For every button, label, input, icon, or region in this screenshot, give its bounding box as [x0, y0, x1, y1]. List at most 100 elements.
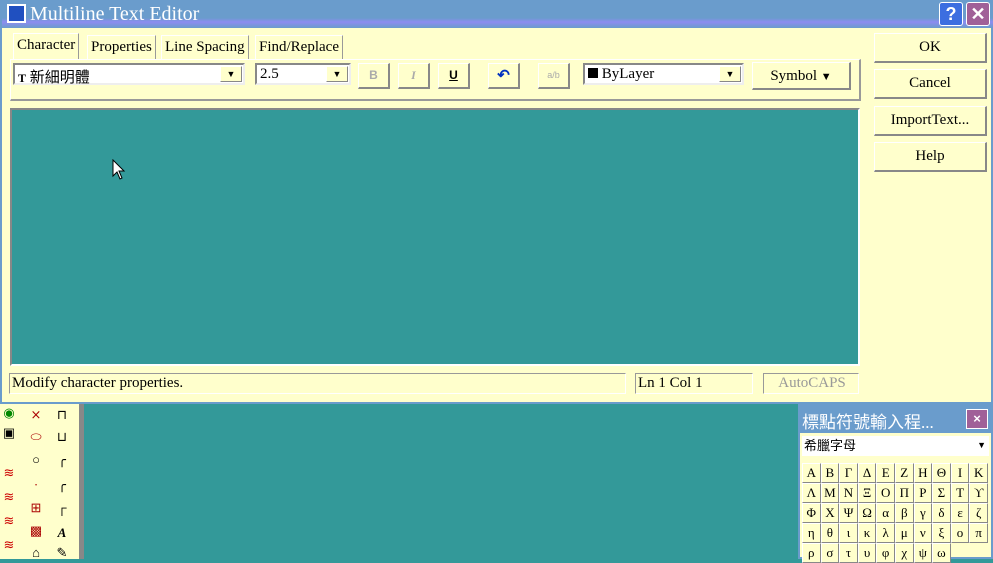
symbol-key[interactable]: τ: [839, 543, 858, 563]
category-value: 希臘字母: [804, 438, 857, 453]
symbol-key[interactable]: σ: [820, 543, 840, 563]
symbol-key[interactable]: Ε: [876, 463, 895, 483]
symbol-key[interactable]: Α: [802, 463, 821, 483]
help-button[interactable]: Help: [874, 142, 987, 172]
render-icon[interactable]: ▣: [0, 424, 18, 442]
symbol-key[interactable]: Ξ: [857, 483, 877, 503]
symbol-key[interactable]: Ρ: [913, 483, 933, 503]
symbol-key[interactable]: Τ: [950, 483, 970, 503]
import-text-button[interactable]: ImportText...: [874, 106, 987, 136]
pencil-icon[interactable]: ✎: [53, 544, 71, 562]
symbol-key[interactable]: Λ: [802, 483, 821, 503]
font-select[interactable]: T 新細明體 ▼: [13, 63, 245, 86]
symbol-key[interactable]: φ: [876, 543, 895, 563]
text-style-icon[interactable]: A: [53, 524, 71, 542]
symbol-key[interactable]: Μ: [820, 483, 840, 503]
construction-line-icon[interactable]: ⨯: [27, 406, 45, 424]
hatch-icon[interactable]: ▩: [27, 522, 45, 540]
fillet-icon[interactable]: ╭: [53, 476, 71, 494]
stack-button[interactable]: a/b: [538, 63, 570, 89]
dimension-icon[interactable]: ⊓: [53, 406, 71, 424]
ellipse-icon[interactable]: ⬭: [27, 428, 45, 446]
layer-icon[interactable]: ≋: [0, 536, 18, 554]
chevron-down-icon[interactable]: ▼: [326, 66, 348, 82]
symbol-key[interactable]: Ζ: [894, 463, 914, 483]
symbol-key[interactable]: Π: [894, 483, 914, 503]
symbol-key[interactable]: Ψ: [839, 503, 858, 523]
close-button[interactable]: ✕: [966, 2, 990, 26]
italic-button[interactable]: I: [398, 63, 430, 89]
donut-icon[interactable]: ○: [27, 451, 45, 469]
tab-character[interactable]: Character: [13, 33, 80, 59]
symbol-category-select[interactable]: 希臘字母 ▼: [802, 436, 989, 456]
symbol-button[interactable]: Symbol ▼: [752, 62, 851, 90]
symbol-key[interactable]: Θ: [932, 463, 951, 483]
autocaps-indicator[interactable]: AutoCAPS: [763, 373, 859, 394]
symbol-key[interactable]: ι: [839, 523, 858, 543]
symbol-key[interactable]: ψ: [913, 543, 933, 563]
symbol-key[interactable]: η: [802, 523, 821, 543]
layer-icon[interactable]: ≋: [0, 464, 18, 482]
underline-button[interactable]: U: [438, 63, 470, 89]
undo-button[interactable]: ↶: [488, 63, 520, 89]
color-swatch: [588, 68, 598, 78]
bold-button[interactable]: B: [358, 63, 390, 89]
text-editor-area[interactable]: [10, 108, 860, 366]
multiline-text-editor-dialog: Multiline Text Editor ? ✕ Character Prop…: [0, 0, 993, 404]
symbol-key[interactable]: Η: [913, 463, 933, 483]
symbol-key[interactable]: Κ: [969, 463, 988, 483]
palette-close-button[interactable]: ×: [966, 409, 988, 429]
symbol-key[interactable]: κ: [857, 523, 877, 543]
dimension-icon[interactable]: ⊔: [53, 428, 71, 446]
symbol-key[interactable]: Σ: [932, 483, 951, 503]
symbol-key[interactable]: υ: [857, 543, 877, 563]
symbol-key[interactable]: ω: [932, 543, 951, 563]
symbol-key[interactable]: β: [894, 503, 914, 523]
symbol-key[interactable]: ζ: [969, 503, 988, 523]
symbol-key[interactable]: χ: [894, 543, 914, 563]
title-bar[interactable]: Multiline Text Editor ? ✕: [2, 0, 993, 28]
tab-properties[interactable]: Properties: [87, 35, 156, 59]
symbol-key[interactable]: Ω: [857, 503, 877, 523]
symbol-key[interactable]: δ: [932, 503, 951, 523]
symbol-key[interactable]: θ: [820, 523, 840, 543]
symbol-key[interactable]: Γ: [839, 463, 858, 483]
symbol-key[interactable]: Ι: [950, 463, 970, 483]
region-icon[interactable]: ⊞: [27, 499, 45, 517]
cancel-button[interactable]: Cancel: [874, 69, 987, 99]
layer-icon[interactable]: ≋: [0, 488, 18, 506]
symbol-key[interactable]: α: [876, 503, 895, 523]
zoom-icon[interactable]: ◉: [0, 404, 18, 422]
symbol-key[interactable]: μ: [894, 523, 914, 543]
chevron-down-icon[interactable]: ▼: [220, 66, 242, 82]
ok-button[interactable]: OK: [874, 33, 987, 63]
point-icon[interactable]: ·: [27, 476, 45, 494]
color-select[interactable]: ByLayer ▼: [583, 63, 744, 85]
boundary-icon[interactable]: ⌂: [27, 544, 45, 562]
symbol-key[interactable]: ρ: [802, 543, 821, 563]
cursor-position: Ln 1 Col 1: [635, 373, 753, 394]
symbol-key[interactable]: Φ: [802, 503, 821, 523]
symbol-key[interactable]: ε: [950, 503, 970, 523]
tab-find-replace[interactable]: Find/Replace: [255, 35, 343, 59]
symbol-key[interactable]: ο: [950, 523, 970, 543]
symbol-key[interactable]: λ: [876, 523, 895, 543]
symbol-key[interactable]: Ν: [839, 483, 858, 503]
tab-line-spacing[interactable]: Line Spacing: [161, 35, 249, 59]
help-title-button[interactable]: ?: [939, 2, 963, 26]
symbol-key[interactable]: ξ: [932, 523, 951, 543]
symbol-key[interactable]: ν: [913, 523, 933, 543]
symbol-key[interactable]: Β: [820, 463, 840, 483]
chevron-down-icon[interactable]: ▼: [719, 66, 741, 82]
symbol-key[interactable]: ϒ: [969, 483, 988, 503]
symbol-key[interactable]: Δ: [857, 463, 877, 483]
fillet-icon[interactable]: ╭: [53, 451, 71, 469]
chamfer-icon[interactable]: ┌: [53, 499, 71, 517]
symbol-key[interactable]: γ: [913, 503, 933, 523]
layer-icon[interactable]: ≋: [0, 512, 18, 530]
symbol-key[interactable]: Ο: [876, 483, 895, 503]
symbol-key[interactable]: Χ: [820, 503, 840, 523]
symbol-key[interactable]: π: [969, 523, 988, 543]
palette-title[interactable]: 標點符號輸入程...: [800, 406, 991, 433]
text-height-select[interactable]: 2.5 ▼: [255, 63, 351, 85]
